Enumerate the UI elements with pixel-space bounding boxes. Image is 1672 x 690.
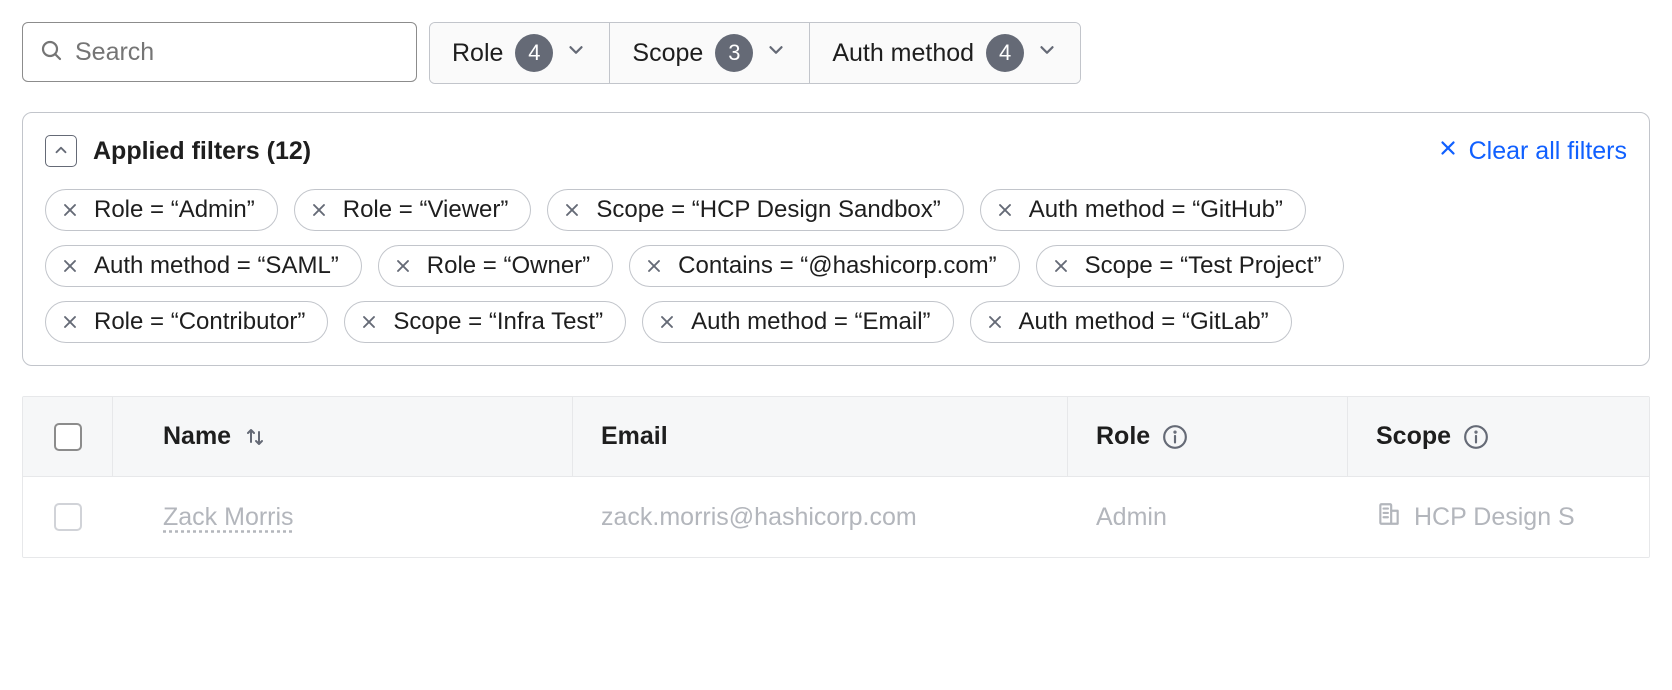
chip-label: Contains = “@hashicorp.com”: [678, 252, 997, 280]
chip-close-icon[interactable]: [359, 312, 379, 332]
filter-chip: Contains = “@hashicorp.com”: [629, 245, 1020, 287]
column-header-label: Name: [163, 422, 231, 451]
clear-all-filters-link[interactable]: Clear all filters: [1437, 137, 1627, 166]
filter-chip: Auth method = “GitHub”: [980, 189, 1306, 231]
chip-label: Scope = “Infra Test”: [393, 308, 603, 336]
column-header-checkbox: [23, 397, 113, 476]
chip-close-icon[interactable]: [644, 256, 664, 276]
chip-close-icon[interactable]: [985, 312, 1005, 332]
cell-role: Admin: [1068, 477, 1348, 557]
filter-chip: Auth method = “SAML”: [45, 245, 362, 287]
chip-close-icon[interactable]: [60, 200, 80, 220]
column-header-label: Scope: [1376, 422, 1451, 451]
chip-label: Auth method = “GitHub”: [1029, 196, 1283, 224]
column-header-scope[interactable]: Scope: [1348, 397, 1649, 476]
filter-chip: Scope = “Infra Test”: [344, 301, 626, 343]
filter-chip: Role = “Contributor”: [45, 301, 328, 343]
filter-authmethod-button[interactable]: Auth method 4: [810, 23, 1080, 83]
chevron-down-icon: [565, 39, 587, 68]
table-row: Zack Morris zack.morris@hashicorp.com Ad…: [23, 477, 1649, 557]
filter-count-badge: 3: [715, 34, 753, 72]
chip-label: Role = “Viewer”: [343, 196, 509, 224]
filter-chip: Auth method = “GitLab”: [970, 301, 1292, 343]
chevron-down-icon: [765, 39, 787, 68]
chip-label: Auth method = “SAML”: [94, 252, 339, 280]
chip-label: Scope = “Test Project”: [1085, 252, 1322, 280]
cell-scope: HCP Design S: [1348, 477, 1649, 557]
chip-close-icon[interactable]: [60, 312, 80, 332]
filter-label: Auth method: [832, 39, 974, 68]
chip-label: Auth method = “GitLab”: [1019, 308, 1269, 336]
user-role: Admin: [1096, 503, 1167, 532]
users-table: Name Email Role Scope Zack Morris: [22, 396, 1650, 558]
chip-label: Auth method = “Email”: [691, 308, 930, 336]
chip-label: Role = “Contributor”: [94, 308, 305, 336]
column-header-email[interactable]: Email: [573, 397, 1068, 476]
applied-filters-title: Applied filters (12): [93, 137, 311, 166]
cell-email: zack.morris@hashicorp.com: [573, 477, 1068, 557]
filter-label: Role: [452, 39, 503, 68]
chip-close-icon[interactable]: [393, 256, 413, 276]
info-icon[interactable]: [1463, 424, 1489, 450]
user-scope: HCP Design S: [1414, 503, 1575, 532]
chevron-up-icon: [52, 141, 70, 162]
filter-count-badge: 4: [986, 34, 1024, 72]
filter-chip: Auth method = “Email”: [642, 301, 953, 343]
filter-scope-button[interactable]: Scope 3: [610, 23, 810, 83]
applied-filters-header: Applied filters (12) Clear all filters: [45, 135, 1627, 167]
filter-chip: Role = “Owner”: [378, 245, 613, 287]
filter-dropdown-group: Role 4 Scope 3 Auth method 4: [429, 22, 1081, 84]
collapse-filters-button[interactable]: [45, 135, 77, 167]
search-box[interactable]: [22, 22, 417, 82]
chip-label: Role = “Owner”: [427, 252, 590, 280]
close-icon: [1437, 137, 1459, 166]
filter-role-button[interactable]: Role 4: [430, 23, 610, 83]
building-icon: [1376, 501, 1402, 534]
chip-close-icon[interactable]: [1051, 256, 1071, 276]
info-icon[interactable]: [1162, 424, 1188, 450]
search-icon: [39, 38, 75, 67]
chevron-down-icon: [1036, 39, 1058, 68]
sort-icon: [243, 425, 267, 449]
chip-label: Role = “Admin”: [94, 196, 255, 224]
chip-label: Scope = “HCP Design Sandbox”: [596, 196, 940, 224]
filter-chip: Scope = “Test Project”: [1036, 245, 1345, 287]
column-header-label: Email: [601, 422, 668, 451]
search-input[interactable]: [75, 38, 400, 67]
applied-filters-panel: Applied filters (12) Clear all filters R…: [22, 112, 1650, 366]
row-checkbox-cell: [23, 477, 113, 557]
column-header-label: Role: [1096, 422, 1150, 451]
column-header-name[interactable]: Name: [113, 397, 573, 476]
cell-name[interactable]: Zack Morris: [113, 477, 573, 557]
user-name-link[interactable]: Zack Morris: [163, 503, 294, 532]
filter-chip: Role = “Admin”: [45, 189, 278, 231]
filter-chip: Role = “Viewer”: [294, 189, 532, 231]
filter-label: Scope: [632, 39, 703, 68]
row-checkbox[interactable]: [54, 503, 82, 531]
filter-toolbar: Role 4 Scope 3 Auth method 4: [22, 22, 1650, 84]
chip-close-icon[interactable]: [562, 200, 582, 220]
chip-close-icon[interactable]: [60, 256, 80, 276]
user-email: zack.morris@hashicorp.com: [601, 503, 917, 532]
table-header-row: Name Email Role Scope: [23, 397, 1649, 477]
column-header-role[interactable]: Role: [1068, 397, 1348, 476]
clear-all-label: Clear all filters: [1469, 137, 1627, 166]
filter-chip: Scope = “HCP Design Sandbox”: [547, 189, 963, 231]
filter-count-badge: 4: [515, 34, 553, 72]
filter-chips: Role = “Admin” Role = “Viewer” Scope = “…: [45, 189, 1627, 343]
chip-close-icon[interactable]: [309, 200, 329, 220]
chip-close-icon[interactable]: [995, 200, 1015, 220]
select-all-checkbox[interactable]: [54, 423, 82, 451]
chip-close-icon[interactable]: [657, 312, 677, 332]
